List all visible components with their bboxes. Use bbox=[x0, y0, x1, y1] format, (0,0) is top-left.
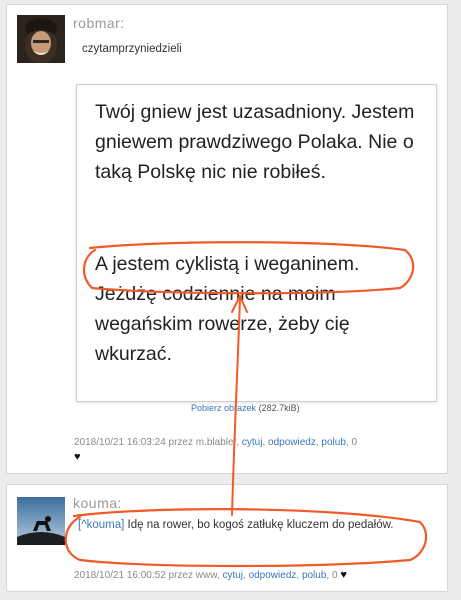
cite-link[interactable]: cytuj bbox=[222, 570, 243, 581]
comment-body: Idę na rower, bo kogoś zatłukę kluczem d… bbox=[127, 519, 394, 531]
image-text-paragraph-2: A jestem cyklistą i weganinem. Jeżdżę co… bbox=[95, 253, 360, 365]
timestamp-author: 2018/10/21 16:00:52 przez www, bbox=[74, 570, 220, 581]
file-size: (282.7kiB) bbox=[258, 403, 300, 413]
heart-icon[interactable]: ♥ bbox=[340, 569, 347, 581]
comment-card: kouma: [^kouma] Idę na rower, bo kogoś z… bbox=[6, 484, 448, 592]
reply-link[interactable]: odpowiedz bbox=[268, 437, 316, 448]
comment-text: [^kouma] Idę na rower, bo kogoś zatłukę … bbox=[78, 517, 408, 533]
like-count: 0 bbox=[351, 437, 357, 448]
heart-icon[interactable]: ♥ bbox=[74, 451, 81, 463]
image-text-paragraph-1: Twój gniew jest uzasadniony. Jestem gnie… bbox=[95, 101, 415, 183]
download-link-row: Pobierz obrazek (282.7kiB) bbox=[191, 403, 300, 413]
download-image-link[interactable]: Pobierz obrazek bbox=[191, 403, 256, 413]
avatar[interactable] bbox=[17, 497, 65, 545]
like-link[interactable]: polub bbox=[302, 570, 326, 581]
username[interactable]: robmar: bbox=[73, 15, 125, 31]
like-count: 0 bbox=[331, 570, 338, 581]
avatar[interactable] bbox=[17, 15, 65, 63]
like-link[interactable]: polub bbox=[321, 437, 345, 448]
comment-meta: 2018/10/21 16:03:24 przez m.blabler, cyt… bbox=[74, 437, 357, 448]
comment-card: robmar: czytamprzyniedzieli Twój gniew j… bbox=[6, 4, 448, 474]
username[interactable]: kouma: bbox=[73, 495, 122, 511]
embedded-image[interactable]: Twój gniew jest uzasadniony. Jestem gnie… bbox=[76, 84, 437, 402]
reply-link[interactable]: odpowiedz bbox=[249, 570, 297, 581]
comment-meta: 2018/10/21 16:00:52 przez www, cytuj, od… bbox=[74, 569, 347, 581]
comment-text: czytamprzyniedzieli bbox=[82, 43, 182, 55]
cite-link[interactable]: cytuj bbox=[242, 437, 263, 448]
timestamp-author: 2018/10/21 16:03:24 przez m.blabler, bbox=[74, 437, 240, 448]
quote-link[interactable]: [^kouma] bbox=[78, 519, 124, 531]
